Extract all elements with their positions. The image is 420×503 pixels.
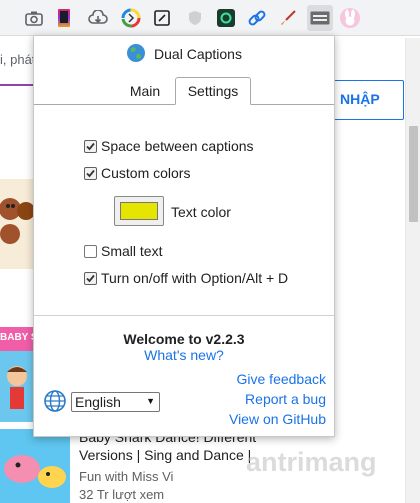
language-globe-icon xyxy=(43,389,67,416)
watermark: antrimang xyxy=(246,447,377,477)
globe-logo-icon xyxy=(126,43,146,66)
language-selected-value: English xyxy=(75,394,121,410)
bunny-avatar-icon[interactable] xyxy=(338,6,362,30)
checkbox-custom-colors[interactable] xyxy=(84,166,97,180)
language-select[interactable]: English ▼ xyxy=(71,392,160,412)
video-views: 32 Tr lượt xem xyxy=(79,487,165,502)
option-custom-colors[interactable]: Custom colors xyxy=(84,164,190,182)
welcome-text: Welcome to v2.2.3 xyxy=(123,331,245,347)
page-divider xyxy=(0,84,34,86)
checkbox-space-between-captions[interactable] xyxy=(84,139,97,153)
checkmark-icon xyxy=(86,142,95,150)
baby-shark-thumbnail[interactable]: BABY S xyxy=(0,327,38,422)
text-color-picker[interactable] xyxy=(114,196,164,226)
view-on-github-link[interactable]: View on GitHub xyxy=(229,411,326,427)
paintbrush-icon[interactable] xyxy=(276,6,300,30)
checkbox-small-text[interactable] xyxy=(84,244,97,258)
cloud-download-icon[interactable] xyxy=(86,6,110,30)
screen-record-icon[interactable] xyxy=(214,6,238,30)
video-title-line2[interactable]: Versions | Sing and Dance | xyxy=(79,447,251,463)
shield-icon[interactable] xyxy=(183,6,207,30)
tab-settings[interactable]: Settings xyxy=(175,77,251,105)
option-toggle-shortcut[interactable]: Turn on/off with Option/Alt + D xyxy=(84,269,288,287)
dual-captions-extension-icon[interactable] xyxy=(307,5,333,31)
text-color-label: Text color xyxy=(171,204,231,220)
text-color-swatch xyxy=(120,202,158,220)
give-feedback-link[interactable]: Give feedback xyxy=(237,371,327,387)
checkbox-toggle-shortcut[interactable] xyxy=(84,271,97,285)
scrollbar-thumb[interactable] xyxy=(409,126,418,222)
checkmark-icon xyxy=(86,169,95,177)
address-fragment: i, phát xyxy=(0,52,36,67)
option-small-text[interactable]: Small text xyxy=(84,242,162,260)
browser-toolbar xyxy=(0,0,420,36)
gradient-extension-icon[interactable] xyxy=(52,6,76,30)
popup-header: Dual Captions xyxy=(34,36,334,72)
teddy-bear-thumbnail[interactable] xyxy=(0,179,35,269)
dual-captions-popup: Dual Captions Main Settings Space betwee… xyxy=(33,35,335,437)
option-space-between-captions[interactable]: Space between captions xyxy=(84,137,254,155)
page-scrollbar[interactable] xyxy=(405,38,420,503)
checkmark-icon xyxy=(86,274,95,282)
option-label: Small text xyxy=(101,243,163,259)
option-label: Space between captions xyxy=(101,138,254,154)
edit-square-icon[interactable] xyxy=(150,6,174,30)
video-channel[interactable]: Fun with Miss Vi xyxy=(79,469,173,484)
dropdown-arrow-icon: ▼ xyxy=(146,396,155,406)
sign-in-button[interactable]: NHẬP xyxy=(328,80,404,120)
popup-title: Dual Captions xyxy=(154,46,242,62)
link-icon[interactable] xyxy=(245,6,269,30)
section-divider xyxy=(34,315,334,316)
video-thumbnail[interactable] xyxy=(0,429,70,503)
camera-icon[interactable] xyxy=(22,6,46,30)
whats-new-link[interactable]: What's new? xyxy=(34,347,334,363)
option-label: Custom colors xyxy=(101,165,191,181)
tab-main[interactable]: Main xyxy=(116,77,174,105)
option-label: Turn on/off with Option/Alt + D xyxy=(101,270,289,286)
report-bug-link[interactable]: Report a bug xyxy=(245,391,326,407)
color-wheel-icon[interactable] xyxy=(119,6,143,30)
